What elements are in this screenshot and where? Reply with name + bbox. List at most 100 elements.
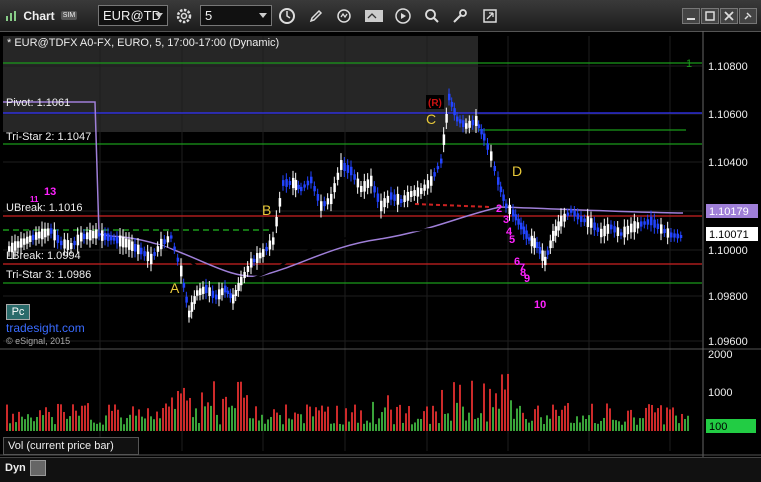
tools-icon[interactable] xyxy=(450,5,470,26)
cycle-icon[interactable] xyxy=(334,5,354,26)
volume-bar xyxy=(363,423,365,431)
volume-bar xyxy=(603,417,605,431)
minimize-button[interactable] xyxy=(682,8,700,24)
clock-icon[interactable] xyxy=(276,5,298,26)
volume-bar xyxy=(558,415,560,431)
volume-bar xyxy=(42,415,44,431)
candle-body xyxy=(493,165,496,172)
lbreak-label: LBreak: 1.0994 xyxy=(6,250,81,262)
volume-bar xyxy=(126,418,128,431)
lock-icon[interactable] xyxy=(30,460,46,476)
volume-bar xyxy=(429,423,431,431)
candle-body xyxy=(554,226,558,236)
chevron-down-icon[interactable] xyxy=(155,13,163,18)
candle-body xyxy=(640,221,643,227)
count-9: 9 xyxy=(524,273,530,285)
search-icon[interactable] xyxy=(422,5,442,26)
candle-body xyxy=(20,238,23,248)
volume-bar xyxy=(81,405,83,431)
volume-bar xyxy=(36,416,38,431)
candle-body xyxy=(356,178,360,188)
volume-bar xyxy=(9,423,11,431)
symbol-field[interactable]: EUR@TD xyxy=(98,5,168,26)
volume-bar xyxy=(411,424,413,431)
volume-bar xyxy=(102,424,104,431)
volume-bar xyxy=(216,414,218,431)
close-button[interactable] xyxy=(720,8,738,24)
candle-body xyxy=(256,253,259,263)
candle-body xyxy=(499,186,503,193)
candle-body xyxy=(259,252,262,259)
volume-bar xyxy=(660,405,662,431)
volume-bar xyxy=(663,424,665,431)
candle-body xyxy=(497,177,500,185)
candle-body xyxy=(275,216,278,227)
volume-bar xyxy=(405,413,407,431)
window-icon[interactable] xyxy=(480,5,500,26)
volume-bar xyxy=(90,419,92,431)
price-chart[interactable]: 1 A B C D (R) 13 11 2 3 4 5 6 7 8 9 10 1… xyxy=(0,31,761,457)
volume-bar xyxy=(225,396,227,431)
volume-bar xyxy=(378,418,380,431)
volume-bar xyxy=(654,412,656,431)
pin-button[interactable] xyxy=(739,8,757,24)
interval-field[interactable]: 5 xyxy=(200,5,272,26)
pencil-icon[interactable] xyxy=(306,5,326,26)
candle-body xyxy=(514,214,518,221)
volume-bar xyxy=(45,407,47,431)
volume-bar xyxy=(564,405,566,431)
volume-bar xyxy=(588,415,590,431)
candle-body xyxy=(423,184,426,191)
volume-bar xyxy=(15,422,17,431)
volume-bar xyxy=(330,423,332,431)
window-title: Chart xyxy=(23,8,55,23)
candle-body xyxy=(636,222,640,229)
volume-bar xyxy=(525,419,527,431)
candle-body xyxy=(586,216,590,228)
volume-bar xyxy=(186,400,188,431)
volume-bar xyxy=(117,409,119,431)
volume-bar xyxy=(78,415,80,431)
volume-bar xyxy=(666,407,668,431)
volume-bar xyxy=(543,424,545,431)
candle-body xyxy=(199,288,202,296)
volume-bar xyxy=(432,405,434,431)
maximize-button[interactable] xyxy=(701,8,719,24)
pc-badge[interactable]: Pc xyxy=(6,304,30,320)
volume-bar xyxy=(342,424,344,431)
volume-bar xyxy=(138,409,140,431)
gear-icon[interactable] xyxy=(173,5,195,26)
volume-bar xyxy=(651,404,653,431)
candle-body xyxy=(593,222,596,231)
chart-icon[interactable] xyxy=(4,5,18,26)
tradesight-link[interactable]: tradesight.com xyxy=(6,321,85,335)
candle-body xyxy=(433,172,436,177)
vol-badge-text: 100 xyxy=(709,421,727,433)
candle-body xyxy=(486,143,489,150)
candle-body xyxy=(243,271,246,279)
candle-body xyxy=(180,265,183,277)
volume-bar xyxy=(399,404,401,431)
annotation-c: C xyxy=(426,111,436,127)
candle-body xyxy=(656,223,660,230)
export-icon[interactable] xyxy=(362,5,386,26)
volume-bar xyxy=(264,423,266,431)
candle-body xyxy=(73,240,76,246)
candle-body xyxy=(616,227,620,236)
volume-bar xyxy=(609,408,611,431)
volume-bar xyxy=(114,404,116,431)
volume-bar xyxy=(105,415,107,431)
candle-body xyxy=(396,193,400,205)
candle-body xyxy=(353,174,356,180)
candle-body xyxy=(104,232,107,240)
chevron-down-icon[interactable] xyxy=(259,13,267,18)
volume-bar xyxy=(681,413,683,431)
candle-body xyxy=(525,230,528,239)
candle-body xyxy=(262,249,265,257)
candle-body xyxy=(95,229,98,239)
volume-bar xyxy=(318,410,320,431)
volume-bar xyxy=(612,419,614,431)
play-icon[interactable] xyxy=(393,5,413,26)
candle-body xyxy=(420,188,423,194)
candle-body xyxy=(63,239,66,249)
